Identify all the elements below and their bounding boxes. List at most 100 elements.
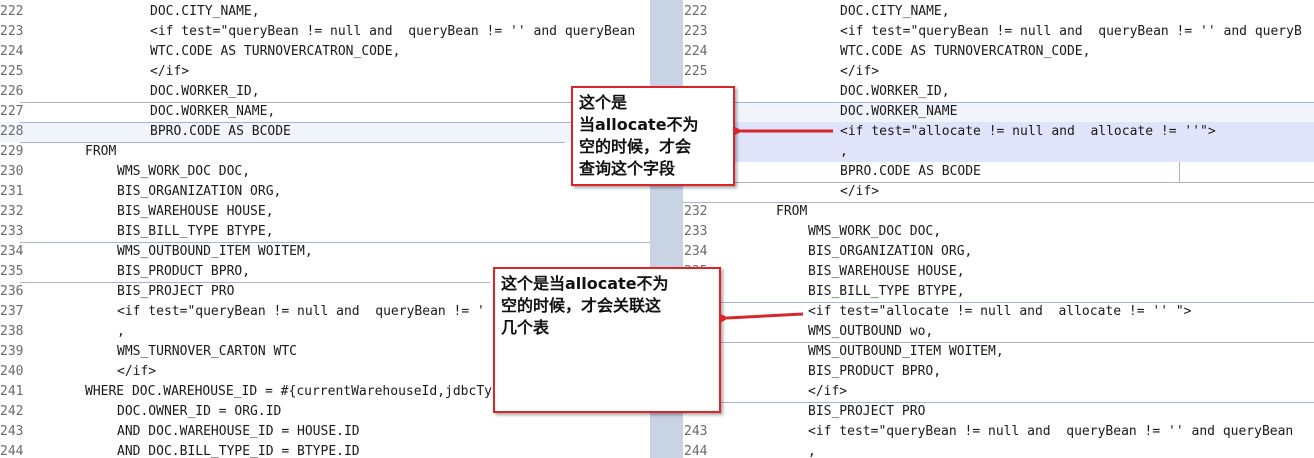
code-text: BPRO.CODE AS BCODE [150,124,291,139]
code-line[interactable]: 232 BIS_WAREHOUSE HOUSE, [0,202,650,222]
code-line[interactable]: </if> [683,182,1314,202]
code-text: AND DOC.BILL_TYPE_ID = BTYPE.ID [117,444,360,458]
code-text: DOC.WORKER_NAME, [150,104,276,119]
line-number: 233 [684,224,708,239]
code-text: <if test="allocate != null and allocate … [808,304,1192,319]
code-line[interactable]: 222 DOC.CITY_NAME, [0,2,650,22]
annotation-line: 当allocate不为 [579,115,699,134]
code-line[interactable]: 226 DOC.WORKER_ID, [0,82,650,102]
code-text: DOC.CITY_NAME, [150,4,260,19]
code-text: AND DOC.WAREHOUSE_ID = HOUSE.ID [117,424,360,439]
annotation-line: 这个是 [579,93,628,112]
line-number: 225 [0,64,24,79]
line-number: 232 [0,204,24,219]
code-line[interactable]: WMS_OUTBOUND wo, [683,322,1314,342]
code-line[interactable]: 234 WMS_OUTBOUND_ITEM WOITEM, [0,242,650,262]
code-line[interactable]: <if test="allocate != null and allocate … [683,122,1314,142]
code-text: , [808,444,816,458]
code-line[interactable]: <if test="allocate != null and allocate … [683,302,1314,322]
line-number: 225 [684,64,708,79]
line-number: 241 [0,384,24,399]
code-line[interactable]: WMS_OUTBOUND_ITEM WOITEM, [683,342,1314,362]
code-line[interactable]: DOC.WORKER_NAME [683,102,1314,122]
code-line[interactable]: 244 AND DOC.BILL_TYPE_ID = BTYPE.ID [0,442,650,458]
line-number: 236 [0,284,24,299]
code-line[interactable]: 225 </if> [683,62,1314,82]
diff-boundary-line [683,202,1314,203]
code-line[interactable]: 224 WTC.CODE AS TURNOVERCATRON_CODE, [0,42,650,62]
code-text: WMS_TURNOVER_CARTON WTC [117,344,298,359]
code-text: BIS_PRODUCT BPRO, [117,264,251,279]
code-text: WMS_OUTBOUND wo, [808,324,934,339]
code-line[interactable]: 233 BIS_BILL_TYPE BTYPE, [0,222,650,242]
code-text: DOC.OWNER_ID = ORG.ID [117,404,282,419]
diff-boundary-line [20,122,650,123]
code-text: BIS_BILL_TYPE BTYPE, [117,224,274,239]
code-text: FROM [85,144,117,159]
code-line[interactable]: 243 AND DOC.WAREHOUSE_ID = HOUSE.ID [0,422,650,442]
diff-boundary-line [20,102,650,103]
code-text: <if test="allocate != null and allocate … [840,124,1216,139]
diff-boundary-line [683,342,1314,343]
line-number: 222 [684,4,708,19]
code-text: <if test="queryBean != null and queryBea… [840,24,1302,39]
code-text: , [840,144,848,159]
code-text: WTC.CODE AS TURNOVERCATRON_CODE, [150,44,401,59]
code-line[interactable]: 232 FROM [683,202,1314,222]
line-number: 244 [684,444,708,458]
code-line[interactable]: 227 DOC.WORKER_NAME, [0,102,650,122]
line-number: 244 [0,444,24,458]
code-text: DOC.WORKER_NAME [840,104,958,119]
diff-boundary-line [683,102,1314,103]
annotation-line: 空的时候，才会关联这 [501,296,662,315]
line-number: 242 [0,404,24,419]
diff-boundary-line [20,242,650,243]
line-number: 224 [0,44,24,59]
line-number: 228 [0,124,24,139]
code-text: BIS_BILL_TYPE BTYPE, [808,284,965,299]
code-text: </if> [840,64,880,79]
annotation-box-field: 这个是 当allocate不为 空的时候，才会 查询这个字段 [571,86,735,186]
code-text: , [117,324,125,339]
line-number: 226 [0,84,24,99]
annotation-box-tables: 这个是当allocate不为 空的时候，才会关联这 几个表 [493,267,721,413]
annotation-line: 查询这个字段 [579,159,676,178]
code-text: </if> [840,184,880,199]
code-line[interactable]: BIS_PRODUCT BPRO, [683,362,1314,382]
code-line[interactable]: 244, [683,442,1314,458]
code-text: WHERE DOC.WAREHOUSE_ID = #{currentWareho… [85,384,492,399]
code-text: DOC.WORKER_ID, [150,84,260,99]
code-line[interactable]: 222 DOC.CITY_NAME, [683,2,1314,22]
code-line[interactable]: 235BIS_WAREHOUSE HOUSE, [683,262,1314,282]
code-line[interactable]: , [683,142,1314,162]
code-line[interactable]: BIS_BILL_TYPE BTYPE, [683,282,1314,302]
code-line[interactable]: BIS_PROJECT PRO [683,402,1314,422]
code-text: BPRO.CODE AS BCODE [840,164,981,179]
right-editor-pane[interactable]: 222 DOC.CITY_NAME, 223 <if test="queryBean … [683,0,1314,458]
line-number: 223 [684,24,708,39]
code-line[interactable]: 233 WMS_WORK_DOC DOC, [683,222,1314,242]
code-line[interactable]: 225 </if> [0,62,650,82]
line-number: 243 [0,424,24,439]
code-line[interactable]: 230 WMS_WORK_DOC DOC, [0,162,650,182]
code-line[interactable]: 231 BIS_ORGANIZATION ORG, [0,182,650,202]
code-text: </if> [150,64,190,79]
line-number: 234 [684,244,708,259]
code-line[interactable]: 229 FROM [0,142,650,162]
code-text: </if> [117,364,157,379]
code-text: WMS_OUTBOUND_ITEM WOITEM, [808,344,1004,359]
code-line[interactable]: 223 <if test="queryBean != null and query… [0,22,650,42]
code-line[interactable]: 234 BIS_ORGANIZATION ORG, [683,242,1314,262]
line-number: 233 [0,224,24,239]
code-line[interactable]: 243 <if test="queryBean != null and query… [683,422,1314,442]
code-line[interactable]: 223 <if test="queryBean != null and query… [683,22,1314,42]
diff-boundary-line [20,282,490,283]
code-line[interactable]: DOC.WORKER_ID, [683,82,1314,102]
code-line[interactable]: </if> [683,382,1314,402]
code-text: DOC.WORKER_ID, [840,84,950,99]
code-text: <if test="queryBean != null and queryBea… [117,304,485,319]
code-line[interactable]: BPRO.CODE AS BCODE [683,162,1314,182]
code-text: WMS_WORK_DOC DOC, [117,164,251,179]
code-line[interactable]: 224 WTC.CODE AS TURNOVERCATRON_CODE, [683,42,1314,62]
code-line[interactable]: 228 BPRO.CODE AS BCODE [0,122,650,142]
